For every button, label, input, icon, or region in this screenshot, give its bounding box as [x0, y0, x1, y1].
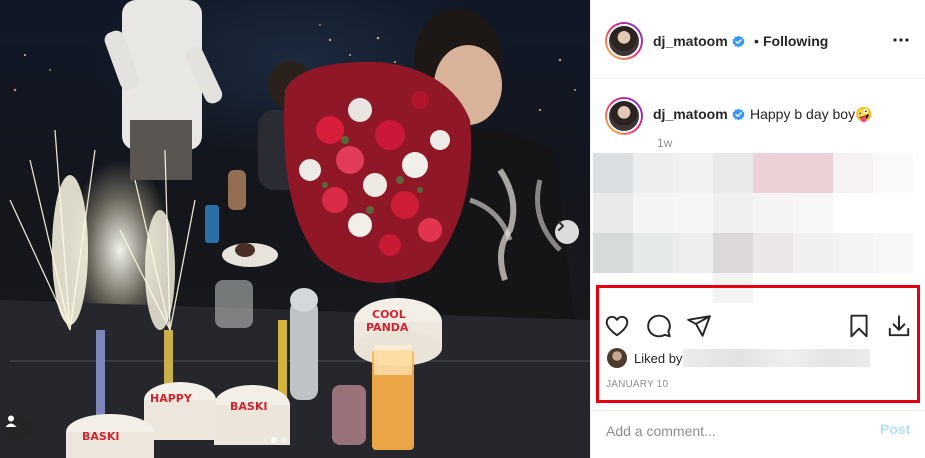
caption-username-text: dj_matoom [653, 106, 728, 122]
photo-scene: COOL PANDA BASKI HAPPY BASKI [0, 0, 590, 458]
save-button[interactable] [845, 312, 873, 340]
svg-text:COOL: COOL [372, 308, 406, 321]
post-date[interactable]: JANUARY 10 [606, 379, 668, 390]
caption-avatar[interactable] [605, 97, 643, 135]
carousel-indicator [271, 437, 287, 443]
verified-badge-icon [732, 108, 745, 121]
comment-input[interactable] [606, 420, 856, 442]
download-button[interactable] [885, 312, 913, 340]
caption-username[interactable]: dj_matoom [653, 106, 745, 122]
heart-icon [605, 315, 629, 337]
comment-bar: Post [590, 410, 925, 458]
likes-row: Liked by [607, 348, 871, 368]
carousel-dot-active [271, 437, 277, 443]
author-username-text: dj_matoom [653, 33, 728, 49]
more-options-icon [893, 38, 909, 42]
svg-text:PANDA: PANDA [366, 321, 409, 334]
share-button[interactable] [685, 312, 713, 340]
comment-button[interactable] [645, 312, 673, 340]
svg-text:BASKI: BASKI [230, 400, 267, 413]
caption-text: Happy b day boy🤪 [750, 106, 873, 122]
header-separator: • [754, 33, 759, 49]
comment-bubble-icon [647, 314, 671, 338]
liked-by-label: Liked by [634, 350, 683, 366]
bookmark-icon [850, 314, 868, 338]
user-tag-button[interactable] [4, 414, 32, 442]
carousel-dot [281, 437, 287, 443]
download-icon [888, 315, 910, 337]
verified-badge-icon [732, 35, 745, 48]
chevron-right-icon [558, 221, 564, 231]
paper-plane-icon [687, 315, 711, 337]
post-action-bar [603, 312, 915, 340]
post-header: dj_matoom • Following [591, 0, 925, 79]
following-button[interactable]: Following [763, 33, 828, 49]
svg-text:HAPPY: HAPPY [150, 392, 193, 405]
blurred-liker-names [683, 349, 871, 367]
next-photo-button[interactable] [555, 220, 579, 244]
blurred-comments [593, 153, 918, 303]
like-button[interactable] [603, 312, 631, 340]
liker-avatar[interactable] [607, 348, 627, 368]
more-options-button[interactable] [887, 30, 915, 50]
caption-timestamp[interactable]: 1w [657, 136, 672, 150]
post-photo[interactable]: COOL PANDA BASKI HAPPY BASKI [0, 0, 590, 458]
post-comment-button[interactable]: Post [880, 421, 910, 437]
author-avatar[interactable] [605, 22, 643, 60]
svg-text:BASKI: BASKI [82, 430, 119, 443]
person-icon [5, 415, 17, 427]
author-username[interactable]: dj_matoom [653, 33, 745, 49]
